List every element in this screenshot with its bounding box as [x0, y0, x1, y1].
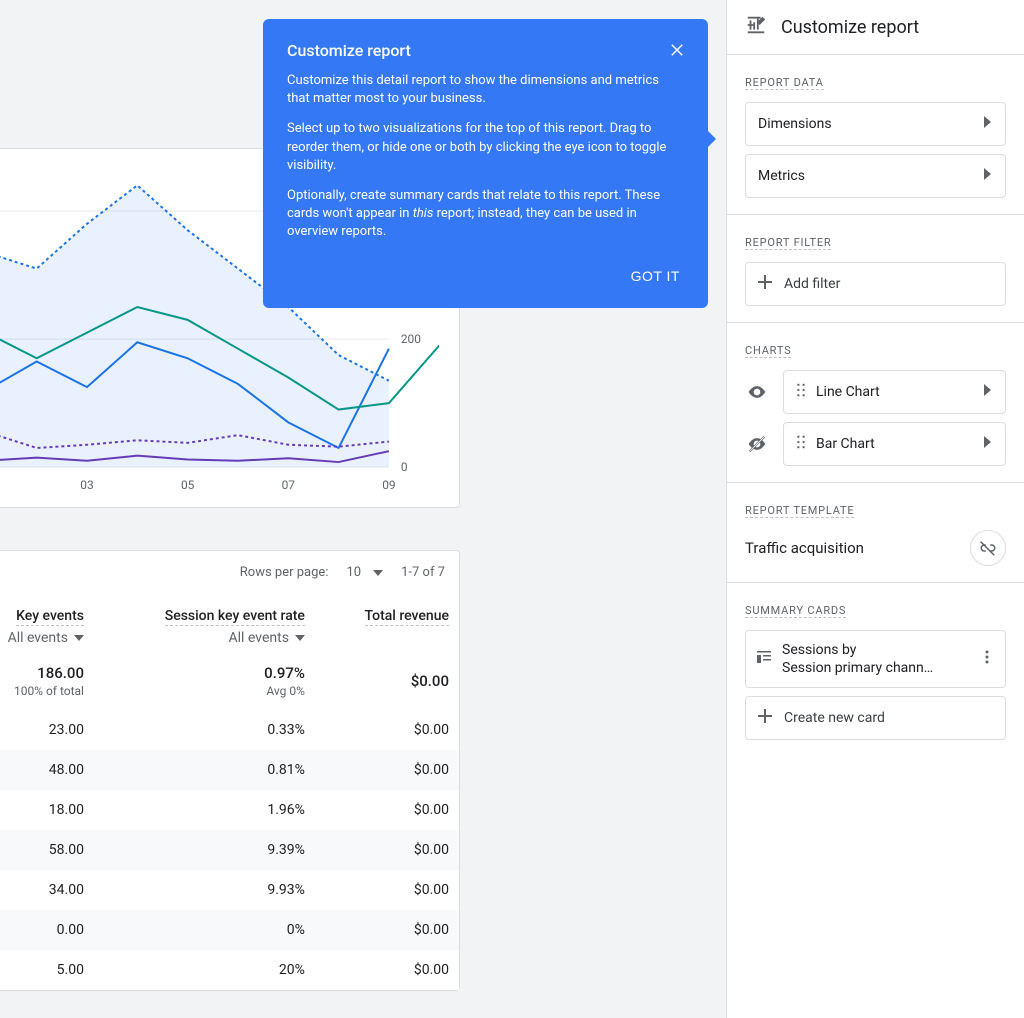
- line-chart-option[interactable]: Line Chart: [783, 370, 1006, 414]
- customize-panel: Customize report REPORT DATA Dimensions …: [726, 0, 1024, 1018]
- bar-chart-option[interactable]: Bar Chart: [783, 422, 1006, 466]
- dimensions-option[interactable]: Dimensions: [745, 102, 1006, 146]
- panel-title: Customize report: [781, 17, 919, 38]
- events-filter-select[interactable]: All events: [0, 630, 84, 646]
- unlink-template-button[interactable]: [970, 530, 1006, 566]
- summary-cards-label: SUMMARY CARDS: [745, 604, 846, 618]
- create-new-card-button[interactable]: Create new card: [745, 696, 1006, 740]
- eye-visible-icon[interactable]: [745, 382, 769, 402]
- report-data-label: REPORT DATA: [745, 76, 824, 90]
- tooltip-title: Customize report: [287, 41, 684, 60]
- charts-label: CHARTS: [745, 344, 791, 358]
- tooltip-p1: Customize this detail report to show the…: [287, 72, 684, 108]
- eye-hidden-icon[interactable]: [745, 434, 769, 454]
- table-row[interactable]: 5.0020%$0.00: [0, 950, 459, 990]
- chevron-right-icon: [983, 435, 993, 453]
- summary-key-events: 186.00: [37, 664, 84, 682]
- add-filter-button[interactable]: Add filter: [745, 262, 1006, 306]
- svg-text:05: 05: [181, 478, 195, 492]
- column-header: Total revenue: [365, 608, 449, 626]
- plus-icon: [758, 709, 772, 727]
- chevron-right-icon: [983, 115, 993, 133]
- drag-handle-icon[interactable]: [796, 435, 806, 453]
- summary-rate: 0.97%: [264, 664, 305, 682]
- column-header: Session key event rate: [165, 608, 305, 626]
- table-row[interactable]: 48.000.81%$0.00: [0, 750, 459, 790]
- table-row[interactable]: 34.009.93%$0.00: [0, 870, 459, 910]
- data-table-card: Rows per page: 10 1-7 of 7 Key events All…: [0, 550, 460, 991]
- svg-text:0: 0: [401, 460, 408, 474]
- rows-per-page-select[interactable]: 10: [346, 565, 383, 580]
- svg-text:09: 09: [382, 478, 395, 492]
- drag-handle-icon[interactable]: [796, 383, 806, 401]
- tooltip-p2: Select up to two visualizations for the …: [287, 120, 684, 175]
- customize-report-tooltip: Customize report Customize this detail r…: [263, 19, 708, 308]
- svg-text:200: 200: [401, 332, 421, 346]
- got-it-button[interactable]: GOT IT: [627, 262, 684, 290]
- table-row[interactable]: 58.009.39%$0.00: [0, 830, 459, 870]
- close-icon[interactable]: [666, 39, 688, 61]
- table-row[interactable]: 18.001.96%$0.00: [0, 790, 459, 830]
- customize-report-icon: [745, 14, 767, 40]
- svg-text:07: 07: [282, 478, 296, 492]
- page-range-label: 1-7 of 7: [401, 565, 445, 580]
- summary-revenue: $0.00: [411, 672, 449, 690]
- chevron-down-icon: [373, 568, 383, 578]
- table-row[interactable]: 23.000.33%$0.00: [0, 710, 459, 750]
- summary-card-item[interactable]: Sessions by Session primary chann…: [745, 630, 1006, 688]
- column-header: Key events: [16, 608, 84, 626]
- more-icon[interactable]: [979, 649, 995, 669]
- report-filter-label: REPORT FILTER: [745, 236, 831, 250]
- tooltip-p3: Optionally, create summary cards that re…: [287, 187, 684, 242]
- template-name: Traffic acquisition: [745, 539, 864, 557]
- chevron-right-icon: [983, 167, 993, 185]
- report-template-label: REPORT TEMPLATE: [745, 504, 854, 518]
- rows-per-page-label: Rows per page:: [240, 565, 329, 580]
- card-icon: [756, 649, 772, 669]
- svg-text:03: 03: [80, 478, 93, 492]
- metrics-option[interactable]: Metrics: [745, 154, 1006, 198]
- chevron-right-icon: [983, 383, 993, 401]
- tooltip-arrow-icon: [706, 129, 716, 149]
- events-filter-select[interactable]: All events: [104, 630, 305, 646]
- plus-icon: [758, 275, 772, 293]
- table-row[interactable]: 0.000%$0.00: [0, 910, 459, 950]
